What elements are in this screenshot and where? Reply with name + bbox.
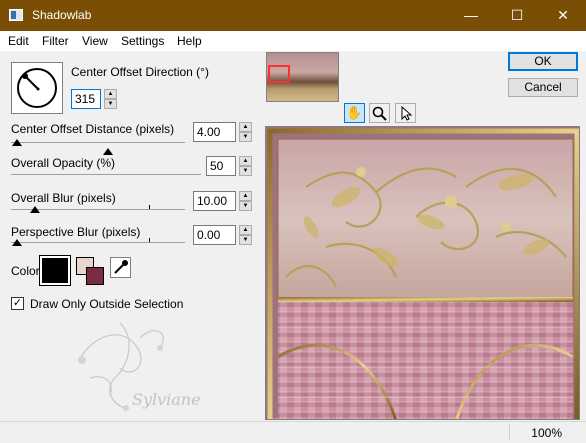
spin-up-icon[interactable]: ▲ bbox=[239, 122, 252, 132]
opacity-spinner[interactable]: ▲ ▼ bbox=[239, 156, 252, 176]
spin-up-icon[interactable]: ▲ bbox=[104, 89, 117, 99]
status-bar: 100% bbox=[0, 421, 586, 443]
window-title: Shadowlab bbox=[32, 8, 92, 22]
preview-image bbox=[266, 127, 579, 419]
zoom-level: 100% bbox=[531, 426, 562, 440]
menu-view[interactable]: View bbox=[82, 34, 108, 48]
perspective-spinner[interactable]: ▲ ▼ bbox=[239, 225, 252, 245]
eyedropper-button[interactable] bbox=[110, 257, 131, 278]
dial-needle bbox=[22, 73, 40, 91]
zoom-tool-button[interactable] bbox=[369, 103, 390, 123]
opacity-label: Overall Opacity (%) bbox=[11, 156, 116, 170]
maximize-button[interactable]: ☐ bbox=[494, 0, 540, 31]
direction-dial[interactable] bbox=[11, 62, 63, 114]
perspective-input[interactable]: 0.00 bbox=[193, 225, 236, 245]
hand-tool-button[interactable]: ✋ bbox=[344, 103, 365, 123]
ok-button[interactable]: OK bbox=[508, 52, 578, 71]
shadow-color-swatch[interactable] bbox=[39, 255, 71, 286]
menu-filter[interactable]: Filter bbox=[42, 34, 69, 48]
direction-label: Center Offset Direction (°) bbox=[71, 65, 209, 79]
perspective-slider-thumb[interactable] bbox=[12, 239, 22, 246]
distance-slider-thumb[interactable] bbox=[12, 139, 22, 146]
menu-edit[interactable]: Edit bbox=[8, 34, 29, 48]
slider-tick bbox=[149, 238, 150, 242]
distance-slider-track[interactable] bbox=[11, 142, 185, 143]
color-label: Color bbox=[11, 264, 40, 278]
spin-up-icon[interactable]: ▲ bbox=[239, 156, 252, 166]
direction-spinner[interactable]: ▲ ▼ bbox=[104, 89, 117, 109]
opacity-slider-thumb[interactable] bbox=[103, 148, 113, 155]
direction-input[interactable]: 315 bbox=[71, 89, 101, 109]
title-bar: Shadowlab — ☐ ✕ bbox=[0, 0, 586, 31]
menu-help[interactable]: Help bbox=[177, 34, 202, 48]
slider-tick bbox=[149, 205, 150, 209]
zoom-icon bbox=[372, 106, 387, 121]
watermark-text: Sylviane bbox=[132, 390, 201, 409]
blur-spinner[interactable]: ▲ ▼ bbox=[239, 191, 252, 211]
spin-down-icon[interactable]: ▼ bbox=[104, 99, 117, 109]
hand-icon: ✋ bbox=[346, 105, 363, 120]
close-button[interactable]: ✕ bbox=[540, 0, 586, 31]
opacity-input[interactable]: 50 bbox=[206, 156, 236, 176]
minimize-button[interactable]: — bbox=[448, 0, 494, 31]
preview-canvas[interactable] bbox=[265, 126, 580, 420]
arrow-tool-button[interactable] bbox=[395, 103, 416, 123]
draw-outside-label: Draw Only Outside Selection bbox=[30, 297, 184, 311]
spin-down-icon[interactable]: ▼ bbox=[239, 235, 252, 245]
distance-label: Center Offset Distance (pixels) bbox=[11, 122, 175, 136]
status-separator bbox=[509, 424, 510, 441]
blur-label: Overall Blur (pixels) bbox=[11, 191, 116, 205]
perspective-label: Perspective Blur (pixels) bbox=[11, 225, 141, 239]
eyedropper-icon bbox=[114, 260, 128, 274]
menu-settings[interactable]: Settings bbox=[121, 34, 164, 48]
blur-slider-thumb[interactable] bbox=[30, 206, 40, 213]
blur-input[interactable]: 10.00 bbox=[193, 191, 236, 211]
foreground-color-swatch[interactable] bbox=[86, 267, 104, 285]
app-icon bbox=[9, 9, 23, 21]
spin-down-icon[interactable]: ▼ bbox=[239, 166, 252, 176]
cancel-button[interactable]: Cancel bbox=[508, 78, 578, 97]
distance-input[interactable]: 4.00 bbox=[193, 122, 236, 142]
menu-bar: Edit Filter View Settings Help bbox=[0, 31, 586, 51]
navigator-thumbnail[interactable] bbox=[266, 52, 339, 102]
perspective-slider-track[interactable] bbox=[11, 242, 185, 243]
opacity-slider-track[interactable] bbox=[11, 174, 201, 175]
distance-spinner[interactable]: ▲ ▼ bbox=[239, 122, 252, 142]
spin-up-icon[interactable]: ▲ bbox=[239, 225, 252, 235]
arrow-icon bbox=[401, 105, 413, 121]
navigator-viewport-box[interactable] bbox=[268, 65, 290, 83]
draw-outside-checkbox[interactable]: ✓ bbox=[11, 297, 24, 310]
spin-down-icon[interactable]: ▼ bbox=[239, 201, 252, 211]
spin-down-icon[interactable]: ▼ bbox=[239, 132, 252, 142]
spin-up-icon[interactable]: ▲ bbox=[239, 191, 252, 201]
